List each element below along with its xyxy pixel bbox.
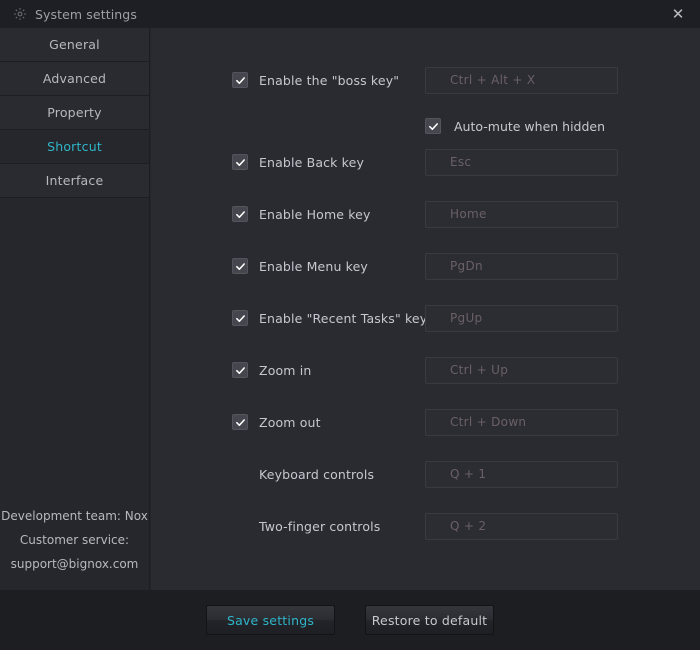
- checkbox-zoom-in[interactable]: [232, 362, 248, 378]
- sidebar-item-label: Advanced: [42, 71, 107, 86]
- gear-icon: [13, 7, 27, 21]
- shortcut-value: Home: [450, 207, 487, 221]
- shortcut-input-zoom-out[interactable]: Ctrl + Down: [425, 408, 618, 436]
- shortcut-value: Q + 1: [450, 467, 487, 481]
- title-bar: System settings ✕: [0, 0, 700, 28]
- checkbox-enable-the-boss-key[interactable]: [232, 72, 248, 88]
- setting-row-enable-back-key: Enable Back key Esc: [151, 148, 700, 176]
- setting-label-enable-back-key: Enable Back key: [259, 154, 365, 170]
- footer-dev-team: Development team: Nox: [1, 509, 148, 523]
- checkbox-enable-menu-key[interactable]: [232, 258, 248, 274]
- sidebar: General Advanced Property Shortcut Interface…: [0, 28, 150, 590]
- checkbox-auto-mute-when-hidden[interactable]: [425, 118, 441, 134]
- sidebar-item-label: General: [49, 37, 100, 52]
- setting-row-enable-home-key: Enable Home key Home: [151, 200, 700, 228]
- setting-row-enable-the-boss-key: Enable the "boss key" Ctrl + Alt + X: [151, 66, 700, 94]
- close-icon[interactable]: ✕: [656, 0, 700, 28]
- setting-label-enable-recent-tasks-key: Enable "Recent Tasks" key: [259, 310, 428, 326]
- sidebar-item-label: Interface: [45, 173, 104, 188]
- setting-label-enable-menu-key: Enable Menu key: [259, 258, 368, 274]
- setting-label-auto-mute-when-hidden: Auto-mute when hidden: [454, 118, 606, 134]
- sidebar-item-label: Property: [47, 105, 102, 120]
- setting-row-zoom-in: Zoom in Ctrl + Up: [151, 356, 700, 384]
- checkbox-zoom-out[interactable]: [232, 414, 248, 430]
- sidebar-item-advanced[interactable]: Advanced: [0, 62, 149, 96]
- sidebar-item-label: Shortcut: [47, 139, 102, 154]
- sidebar-item-general[interactable]: General: [0, 28, 149, 62]
- restore-to-default-button[interactable]: Restore to default: [365, 605, 494, 635]
- shortcut-input-enable-the-boss-key[interactable]: Ctrl + Alt + X: [425, 66, 618, 94]
- setting-row-zoom-out: Zoom out Ctrl + Down: [151, 408, 700, 436]
- setting-row-auto-mute: Auto-mute when hidden: [151, 114, 700, 138]
- shortcut-input-enable-menu-key[interactable]: PgDn: [425, 252, 618, 280]
- setting-row-keyboard-controls: Keyboard controls Q + 1: [151, 460, 700, 488]
- window-title: System settings: [35, 6, 137, 22]
- footer-support-email: support@bignox.com: [10, 557, 139, 571]
- shortcut-value: PgUp: [450, 311, 483, 325]
- shortcut-input-enable-home-key[interactable]: Home: [425, 200, 618, 228]
- shortcut-input-enable-recent-tasks-key[interactable]: PgUp: [425, 304, 618, 332]
- shortcut-value: Ctrl + Down: [450, 415, 527, 429]
- setting-label-enable-the-boss-key: Enable the "boss key": [259, 72, 400, 88]
- sidebar-filler: [0, 198, 149, 550]
- setting-row-enable-menu-key: Enable Menu key PgDn: [151, 252, 700, 280]
- system-settings-window: System settings ✕ General Advanced Propert…: [0, 0, 700, 650]
- setting-row-two-finger-controls: Two-finger controls Q + 2: [151, 512, 700, 540]
- setting-label-two-finger-controls: Two-finger controls: [259, 518, 381, 534]
- checkbox-enable-back-key[interactable]: [232, 154, 248, 170]
- footer-customer-service: Customer service:: [19, 533, 130, 547]
- shortcut-value: Ctrl + Alt + X: [450, 73, 536, 87]
- shortcut-input-keyboard-controls[interactable]: Q + 1: [425, 460, 618, 488]
- setting-label-enable-home-key: Enable Home key: [259, 206, 371, 222]
- shortcut-value: Esc: [450, 155, 472, 169]
- shortcut-value: Ctrl + Up: [450, 363, 509, 377]
- dialog-footer: Save settings Restore to default: [0, 590, 700, 650]
- shortcut-input-enable-back-key[interactable]: Esc: [425, 148, 618, 176]
- shortcut-value: PgDn: [450, 259, 483, 273]
- shortcut-input-two-finger-controls[interactable]: Q + 2: [425, 512, 618, 540]
- checkbox-enable-home-key[interactable]: [232, 206, 248, 222]
- sidebar-item-property[interactable]: Property: [0, 96, 149, 130]
- sidebar-footer: Development team: Nox Customer service: …: [0, 504, 149, 576]
- sidebar-item-shortcut[interactable]: Shortcut: [0, 130, 149, 164]
- setting-label-zoom-in: Zoom in: [259, 362, 312, 378]
- sidebar-item-interface[interactable]: Interface: [0, 164, 149, 198]
- setting-row-enable-recent-tasks-key: Enable "Recent Tasks" key PgUp: [151, 304, 700, 332]
- setting-label-keyboard-controls: Keyboard controls: [259, 466, 375, 482]
- setting-label-zoom-out: Zoom out: [259, 414, 321, 430]
- save-settings-button[interactable]: Save settings: [206, 605, 335, 635]
- shortcut-input-zoom-in[interactable]: Ctrl + Up: [425, 356, 618, 384]
- shortcut-settings-panel: Enable the "boss key" Ctrl + Alt + X Enabl…: [151, 28, 700, 590]
- shortcut-value: Q + 2: [450, 519, 487, 533]
- checkbox-enable-recent-tasks-key[interactable]: [232, 310, 248, 326]
